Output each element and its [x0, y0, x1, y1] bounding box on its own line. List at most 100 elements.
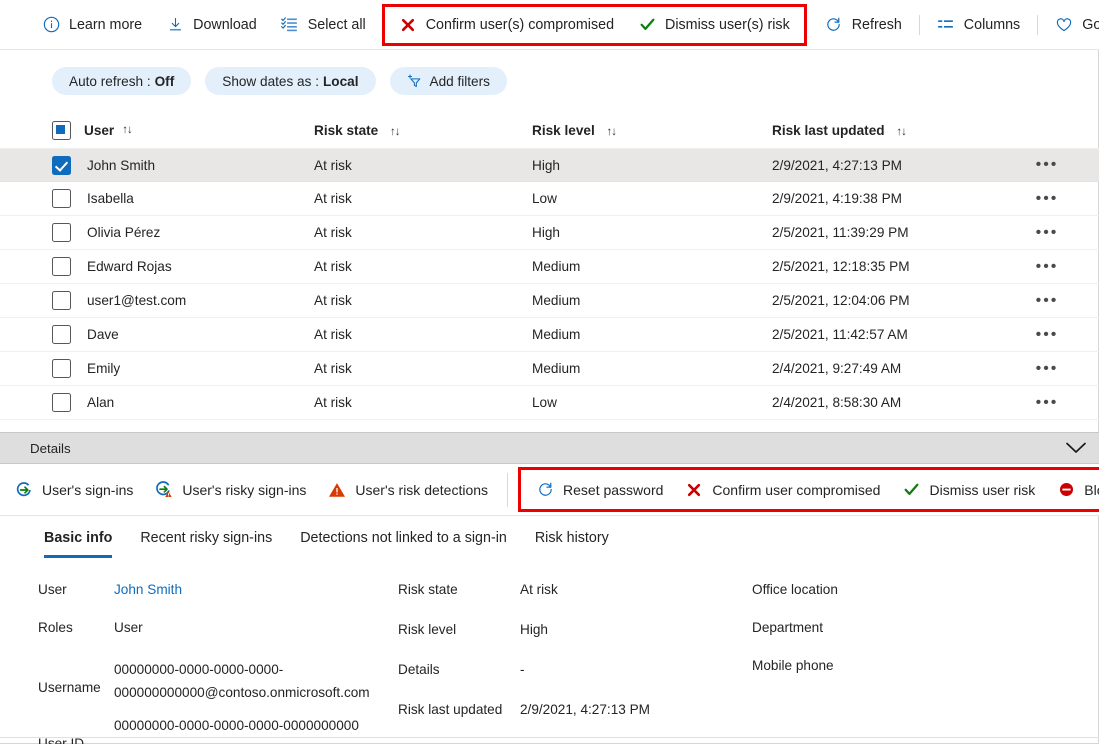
refresh-button[interactable]: Refresh: [813, 6, 914, 44]
row-menu-icon[interactable]: •••: [1022, 156, 1072, 174]
info-row-user: User John Smith: [38, 582, 182, 597]
users-signins-button[interactable]: User's sign-ins: [4, 471, 144, 509]
show-dates-as-value: Local: [322, 73, 359, 89]
tab-risk-history[interactable]: Risk history: [521, 524, 623, 558]
confirm-user-compromised-button[interactable]: Confirm user compromised: [674, 471, 891, 509]
row-menu-icon[interactable]: •••: [1022, 326, 1072, 344]
row-checkbox[interactable]: [52, 359, 71, 378]
select-all-button[interactable]: Select all: [269, 6, 378, 44]
tab-basic-info[interactable]: Basic info: [30, 524, 126, 558]
columns-label: Columns: [963, 16, 1021, 33]
table-row[interactable]: user1@test.com At risk Medium 2/5/2021, 12:…: [0, 284, 1099, 318]
download-label: Download: [193, 16, 257, 33]
bulk-risk-actions-highlight: Confirm user(s) compromised Dismiss user…: [381, 3, 807, 46]
cell-risk-state: At risk: [314, 157, 352, 173]
details-splitter-bar[interactable]: Details: [0, 432, 1099, 464]
cell-user-label: user1@test.com: [87, 293, 187, 308]
dismiss-users-risk-button[interactable]: Dismiss user(s) risk: [626, 6, 802, 44]
block-user-label: Block user: [1084, 481, 1099, 498]
info-row-roles: Roles User: [38, 620, 143, 635]
auto-refresh-pill[interactable]: Auto refresh : Off: [52, 67, 192, 95]
chevron-down-icon[interactable]: [1053, 441, 1099, 455]
row-menu-icon[interactable]: •••: [1022, 360, 1072, 378]
info-row-username: Username 00000000-0000-0000-0000-0000000…: [38, 658, 374, 704]
basic-info-column-3: Office location Department Mobile phone: [752, 576, 1082, 744]
row-menu-icon[interactable]: •••: [1022, 292, 1072, 310]
column-header-user[interactable]: User ↑↓: [52, 120, 314, 140]
column-header-risk-last-updated[interactable]: Risk last updated ↑↓: [772, 123, 1022, 138]
info-label-office-location: Office location: [752, 582, 838, 597]
info-value-username: 00000000-0000-0000-0000-000000000000@con…: [114, 662, 370, 700]
users-risk-detections-label: User's risk detections: [355, 481, 489, 498]
table-row[interactable]: Isabella At risk Low 2/9/2021, 4:19:38 PM ••…: [0, 182, 1099, 216]
row-checkbox[interactable]: [52, 291, 71, 310]
table-row[interactable]: Dave At risk Medium 2/5/2021, 11:42:57 AM ••…: [0, 318, 1099, 352]
learn-more-button[interactable]: Learn more: [30, 6, 154, 44]
cell-risk-level: Medium: [532, 361, 581, 376]
table-row[interactable]: Emily At risk Medium 2/4/2021, 9:27:49 AM ••…: [0, 352, 1099, 386]
row-checkbox[interactable]: [52, 223, 71, 242]
row-checkbox[interactable]: [52, 325, 71, 344]
column-header-risk-state[interactable]: Risk state ↑↓: [314, 123, 532, 138]
sort-icon-risk-level[interactable]: ↑↓: [607, 126, 617, 138]
cell-user: John Smith: [52, 155, 314, 175]
row-menu-icon[interactable]: •••: [1022, 190, 1072, 208]
table-row[interactable]: Edward Rojas At risk Medium 2/5/2021, 12:18…: [0, 250, 1099, 284]
show-dates-as-label: Show dates as :: [222, 73, 319, 89]
info-row-risk-last-updated: Risk last updated 2/9/2021, 4:27:13 PM: [398, 702, 650, 717]
reset-password-button[interactable]: Reset password: [525, 471, 674, 509]
cell-user: Olivia Pérez: [52, 223, 314, 242]
toolbar-divider: [918, 14, 920, 35]
cell-user-label: Olivia Pérez: [87, 225, 161, 240]
row-menu-icon[interactable]: •••: [1022, 258, 1072, 276]
columns-icon: [937, 16, 955, 34]
user-risk-actions-highlight: Reset password Confirm user compromised …: [518, 467, 1099, 512]
confirm-users-compromised-button[interactable]: Confirm user(s) compromised: [387, 6, 626, 44]
tab-recent-risky-sign-ins[interactable]: Recent risky sign-ins: [126, 524, 286, 558]
download-icon: [166, 16, 184, 34]
add-filters-pill[interactable]: Add filters: [389, 67, 507, 95]
sort-icon-risk-state[interactable]: ↑↓: [390, 126, 400, 138]
cell-risk-state: At risk: [314, 395, 352, 410]
cell-risk-last-updated: 2/5/2021, 12:18:35 PM: [772, 259, 910, 274]
row-checkbox[interactable]: [52, 189, 71, 208]
column-header-risk-level[interactable]: Risk level ↑↓: [532, 123, 772, 138]
info-label-risk-state: Risk state: [398, 582, 458, 597]
got-feedback-button[interactable]: Got feedback?: [1043, 6, 1099, 44]
filter-pill-row: Auto refresh : Off Show dates as : Local…: [0, 50, 1099, 112]
cell-risk-level: High: [532, 157, 560, 173]
info-row-office-location: Office location: [752, 582, 902, 597]
users-risky-signins-label: User's risky sign-ins: [182, 481, 307, 498]
details-title: Details: [30, 440, 71, 456]
row-checkbox[interactable]: [52, 257, 71, 276]
users-risky-signins-button[interactable]: User's risky sign-ins: [144, 471, 317, 509]
sort-icon-risk-last-updated[interactable]: ↑↓: [896, 126, 906, 138]
table-row[interactable]: John Smith At risk High 2/9/2021, 4:27:13 P…: [0, 148, 1099, 182]
users-risk-detections-button[interactable]: User's risk detections: [317, 471, 499, 509]
table-row[interactable]: Alan At risk Low 2/4/2021, 8:58:30 AM •••: [0, 386, 1099, 420]
select-all-checkbox[interactable]: [52, 120, 71, 140]
info-row-department: Department: [752, 620, 902, 635]
row-menu-icon[interactable]: •••: [1022, 394, 1072, 412]
add-filters-label: Add filters: [429, 73, 490, 89]
row-checkbox[interactable]: [52, 155, 71, 175]
row-checkbox[interactable]: [52, 393, 71, 412]
download-button[interactable]: Download: [154, 6, 269, 44]
cell-user-label: Dave: [87, 327, 119, 342]
table-body: John Smith At risk High 2/9/2021, 4:27:13 P…: [0, 148, 1099, 420]
info-row-details: Details -: [398, 662, 525, 677]
info-label-mobile-phone: Mobile phone: [752, 658, 834, 673]
info-value-risk-state: At risk: [520, 582, 558, 597]
heart-icon: [1055, 16, 1073, 34]
info-label-risk-last-updated: Risk last updated: [398, 702, 503, 717]
table-row[interactable]: Olivia Pérez At risk High 2/5/2021, 11:39:2…: [0, 216, 1099, 250]
sort-icon-user[interactable]: ↑↓: [122, 124, 132, 136]
columns-button[interactable]: Columns: [925, 6, 1032, 44]
show-dates-as-pill[interactable]: Show dates as : Local: [205, 67, 376, 95]
block-user-button[interactable]: Block user: [1046, 471, 1099, 509]
info-value-user-id: 00000000-0000-0000-0000-0000000000: [114, 718, 359, 733]
info-value-user[interactable]: John Smith: [114, 582, 182, 597]
row-menu-icon[interactable]: •••: [1022, 224, 1072, 242]
dismiss-user-risk-button[interactable]: Dismiss user risk: [891, 471, 1046, 509]
tab-detections-not-linked-to-a-sign-in[interactable]: Detections not linked to a sign-in: [286, 524, 521, 558]
